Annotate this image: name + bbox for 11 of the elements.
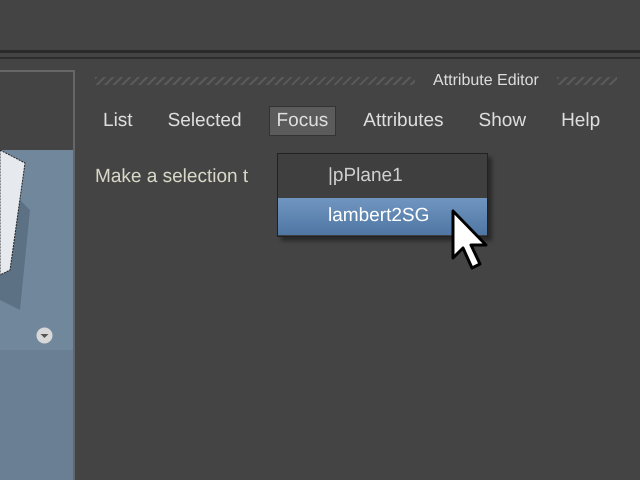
cursor-icon	[450, 208, 490, 272]
menu-item[interactable]: Help	[553, 106, 608, 136]
menu-item[interactable]: Selected	[160, 106, 250, 136]
menu-item[interactable]: Focus	[268, 106, 336, 136]
panel-title: Attribute Editor	[433, 71, 539, 91]
dropdown-item[interactable]: lambert2SG	[278, 198, 487, 235]
menu-item[interactable]: List	[95, 106, 141, 136]
message-text: Make a selection t	[95, 165, 248, 189]
menu-item[interactable]: Show	[470, 106, 534, 136]
menu-item[interactable]: Attributes	[355, 106, 452, 136]
dropdown-item[interactable]: |pPlane1	[278, 158, 487, 195]
